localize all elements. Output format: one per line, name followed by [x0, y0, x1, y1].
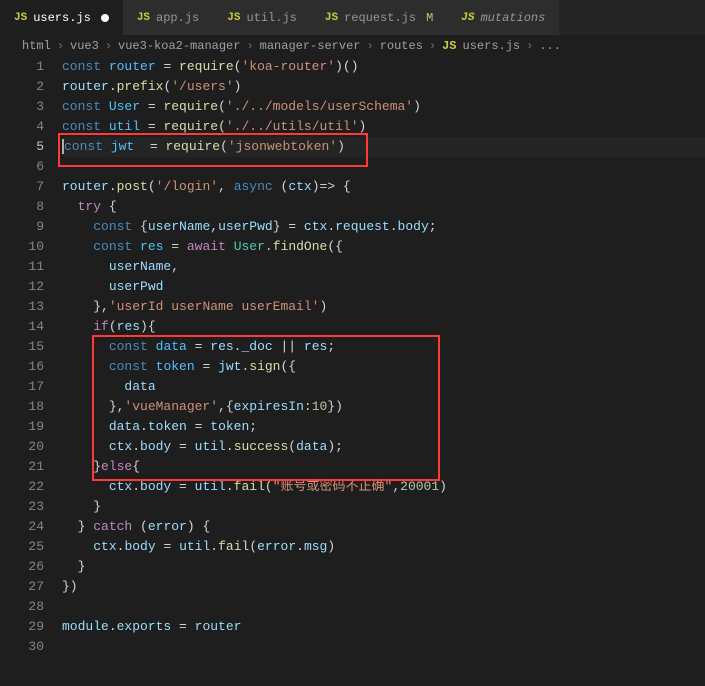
js-icon: JS — [325, 12, 338, 24]
js-icon: JS — [442, 39, 456, 53]
js-icon: JS — [137, 12, 150, 24]
breadcrumb-item[interactable]: routes — [380, 39, 423, 53]
tab-label: mutations — [480, 11, 545, 25]
breadcrumb-item[interactable]: vue3-koa2-manager — [118, 39, 240, 53]
js-icon: JS — [14, 12, 27, 24]
breadcrumb-item[interactable]: manager-server — [260, 39, 361, 53]
breadcrumb-item[interactable]: html — [22, 39, 51, 53]
dirty-indicator-icon — [101, 14, 109, 22]
tab-label: app.js — [156, 11, 199, 25]
tab-label: request.js — [344, 11, 416, 25]
breadcrumb-item[interactable]: ... — [539, 39, 561, 53]
tabs-bar: JS users.js JS app.js JS util.js JS request.js M… — [0, 0, 705, 35]
js-icon: JS — [227, 12, 240, 24]
chevron-right-icon: › — [246, 39, 253, 53]
chevron-right-icon: › — [526, 39, 533, 53]
chevron-right-icon: › — [429, 39, 436, 53]
breadcrumb-item[interactable]: users.js — [463, 39, 521, 53]
chevron-right-icon: › — [366, 39, 373, 53]
breadcrumb-item[interactable]: vue3 — [70, 39, 99, 53]
js-icon: JS — [461, 12, 474, 24]
tab-modified-indicator: M — [426, 11, 433, 25]
code-content[interactable]: const router = require('koa-router')() r… — [62, 57, 705, 657]
tab-label: util.js — [246, 11, 296, 25]
line-numbers: 1234567891011121314151617181920212223242… — [0, 57, 62, 657]
tab-util-js[interactable]: JS util.js — [213, 0, 311, 35]
tab-request-js[interactable]: JS request.js M — [311, 0, 447, 35]
chevron-right-icon: › — [57, 39, 64, 53]
chevron-right-icon: › — [105, 39, 112, 53]
tab-app-js[interactable]: JS app.js — [123, 0, 213, 35]
tab-users-js[interactable]: JS users.js — [0, 0, 123, 35]
tab-label: users.js — [33, 11, 91, 25]
breadcrumbs: html › vue3 › vue3-koa2-manager › manager-serv… — [0, 35, 705, 57]
code-editor[interactable]: 1234567891011121314151617181920212223242… — [0, 57, 705, 657]
tab-mutations[interactable]: JS mutations — [447, 0, 559, 35]
